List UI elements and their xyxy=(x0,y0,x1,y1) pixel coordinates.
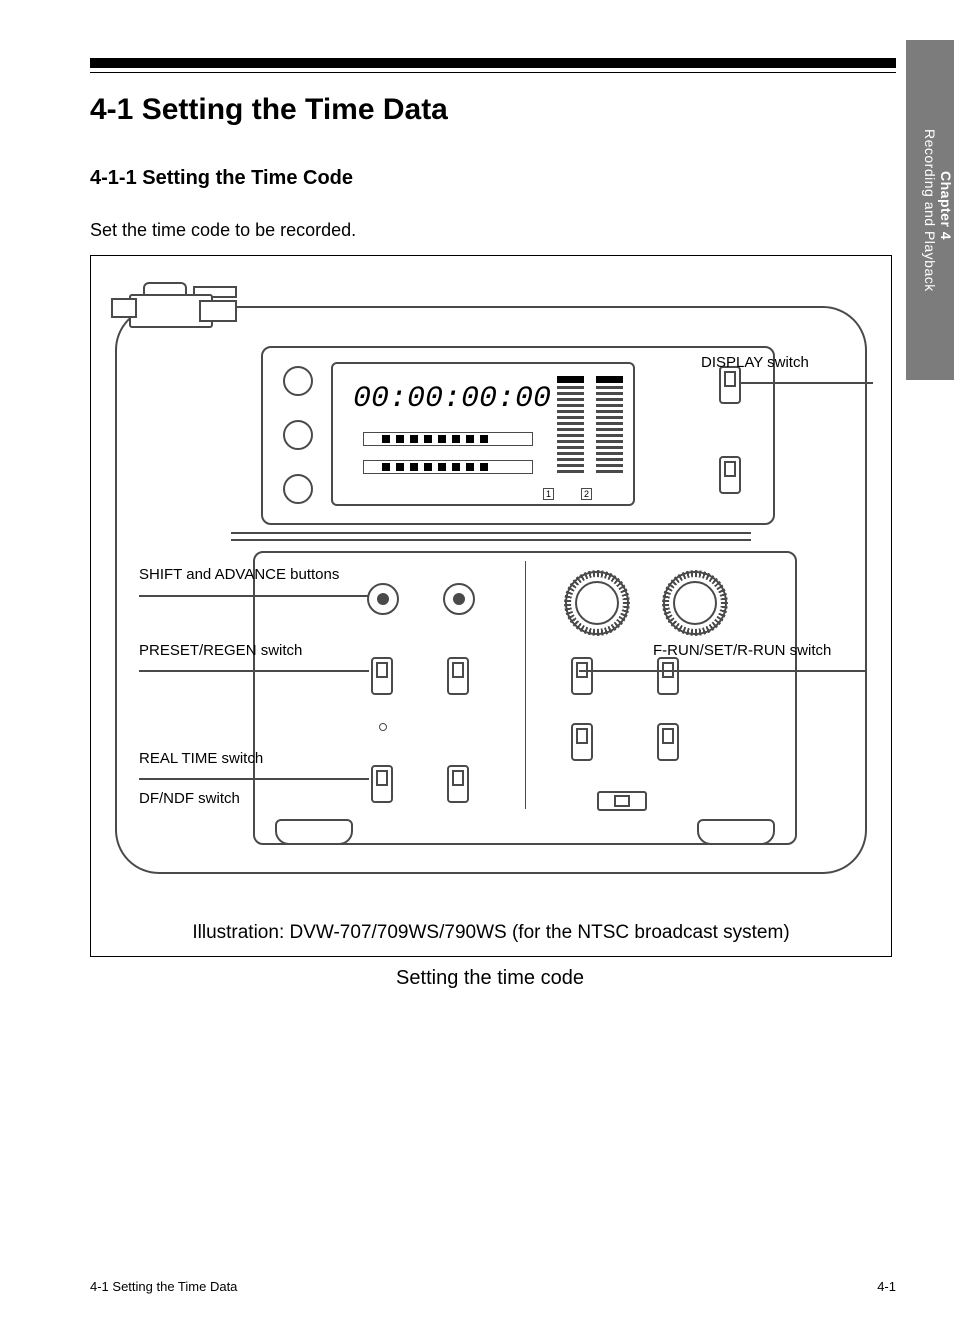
panel-divider xyxy=(231,532,751,534)
panel-centerline xyxy=(525,561,526,809)
device-schematic: 00:00:00:00 1 2 xyxy=(101,266,881,896)
dial xyxy=(663,571,727,635)
shift-button xyxy=(367,583,399,615)
panel-knob xyxy=(283,474,313,504)
panel-knob xyxy=(283,366,313,396)
reset-hole xyxy=(379,723,387,731)
camcorder-icon xyxy=(107,280,237,340)
dial xyxy=(565,571,629,635)
callout-shift-advance: SHIFT and ADVANCE buttons xyxy=(139,566,339,585)
section-heading: 4-1 Setting the Time Data xyxy=(90,93,896,127)
slider xyxy=(597,791,647,811)
switch xyxy=(447,657,469,695)
footer-left: 4-1 Setting the Time Data xyxy=(90,1279,237,1294)
leader-line xyxy=(139,778,369,780)
section-number: 4-1 xyxy=(90,93,133,126)
thin-rule xyxy=(90,72,896,73)
leader-line xyxy=(139,595,369,597)
chapter-side-tab: Chapter 4 Recording and Playback xyxy=(906,40,954,380)
chapter-number: Chapter 4 xyxy=(938,48,954,364)
footer-right: 4-1 xyxy=(877,1279,896,1294)
lcd-screen: 00:00:00:00 1 2 xyxy=(331,362,635,506)
figure-note: Illustration: DVW-707/709WS/790WS (for t… xyxy=(91,922,891,944)
heavy-rule xyxy=(90,58,896,68)
display-panel: 00:00:00:00 1 2 xyxy=(261,346,775,525)
panel-foot xyxy=(697,819,775,845)
panel-divider xyxy=(231,539,751,541)
page-footer: 4-1 Setting the Time Data 4-1 xyxy=(90,1279,896,1294)
channel-1-label: 1 xyxy=(543,488,554,500)
realtime-switch xyxy=(371,765,393,803)
section-title-text: Setting the Time Data xyxy=(142,93,448,126)
leader-line xyxy=(139,670,369,672)
panel-switch xyxy=(719,456,741,494)
frun-rrun-switch xyxy=(571,657,593,695)
preset-regen-switch xyxy=(371,657,393,695)
manual-page: Chapter 4 Recording and Playback 4-1 Set… xyxy=(0,0,954,1324)
panel-foot xyxy=(275,819,353,845)
df-ndf-switch xyxy=(447,765,469,803)
lcd-bar xyxy=(363,460,533,474)
timecode-readout: 00:00:00:00 xyxy=(353,382,551,416)
chapter-title: Recording and Playback xyxy=(922,129,938,292)
leader-line xyxy=(579,670,865,672)
switch xyxy=(657,657,679,695)
switch xyxy=(657,723,679,761)
intro-text: Set the time code to be recorded. xyxy=(90,220,896,241)
figure-caption: Setting the time code xyxy=(90,967,890,990)
switch xyxy=(571,723,593,761)
callout-realtime: REAL TIME switch xyxy=(139,750,263,769)
figure-frame: 00:00:00:00 1 2 xyxy=(90,255,892,957)
callout-preset-regen: PRESET/REGEN switch xyxy=(139,642,302,661)
panel-knob xyxy=(283,420,313,450)
subsection-heading: 4-1-1 Setting the Time Code xyxy=(90,167,896,190)
leader-line xyxy=(741,382,873,384)
callout-display-switch: DISPLAY switch xyxy=(701,354,809,373)
callout-df-ndf: DF/NDF switch xyxy=(139,790,240,809)
lcd-bar xyxy=(363,432,533,446)
advance-button xyxy=(443,583,475,615)
callout-frun-rrun: F-RUN/SET/R-RUN switch xyxy=(653,642,831,661)
audio-meter xyxy=(557,376,623,494)
